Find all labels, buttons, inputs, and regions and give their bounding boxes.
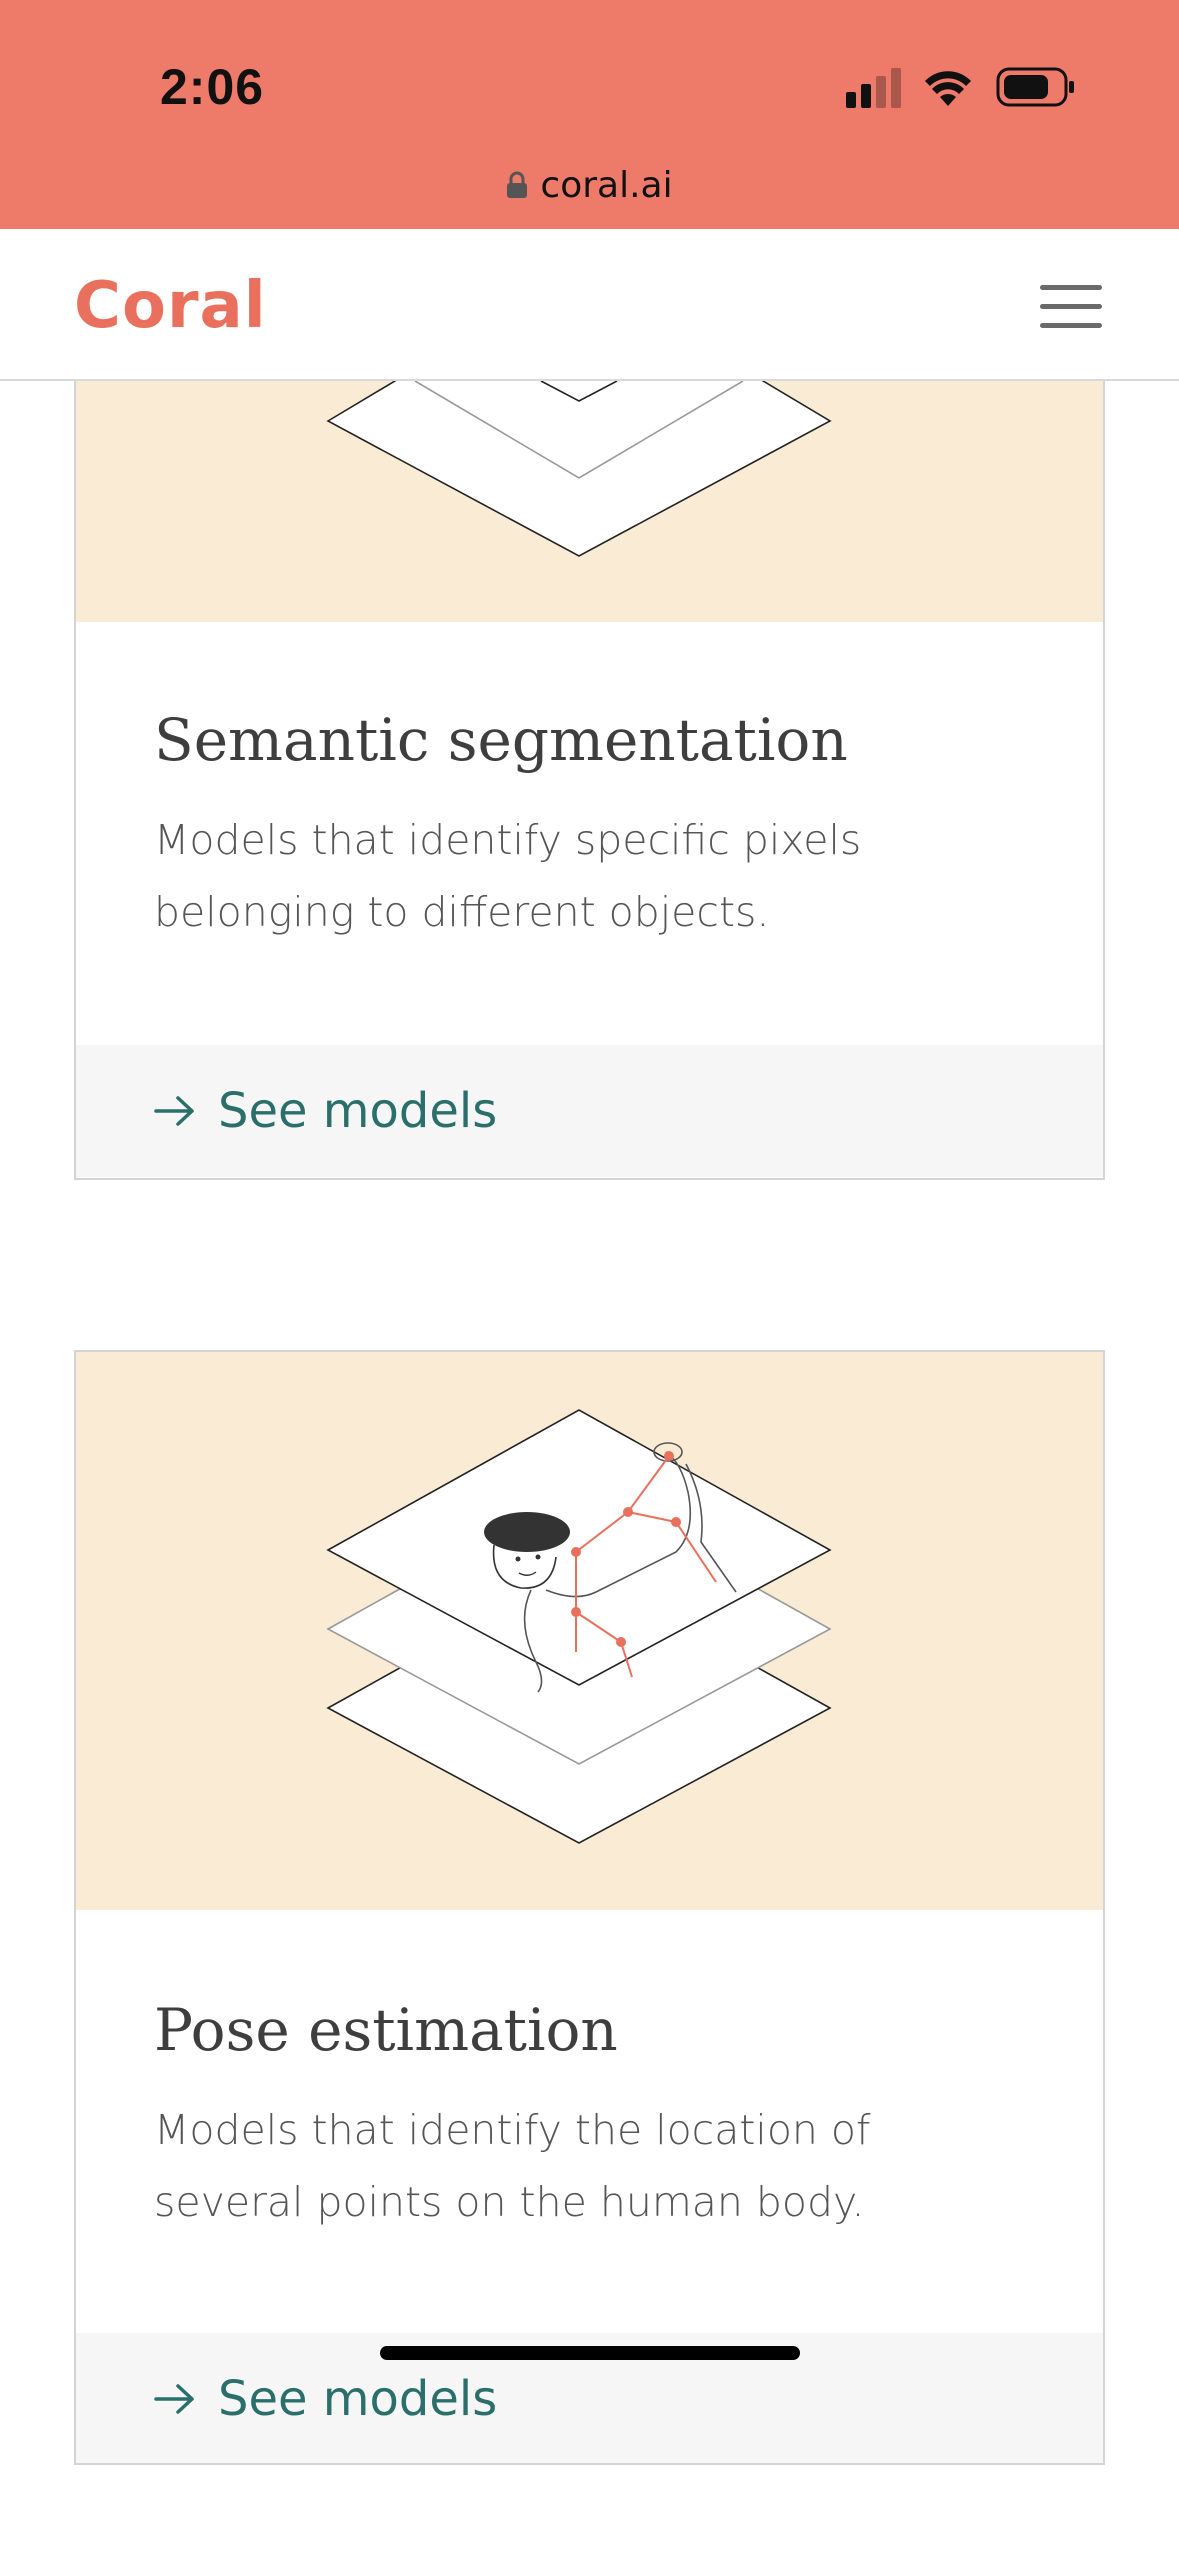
coral-logo[interactable]: Coral <box>74 269 267 343</box>
card-description: Models that identify specific pixels bel… <box>154 816 862 936</box>
cellular-signal-icon <box>846 68 904 108</box>
pose-illustration <box>76 1352 1103 1910</box>
see-models-label: See models <box>218 1083 498 1139</box>
layers-illustration-icon <box>326 381 832 557</box>
card-description: Models that identify the location of sev… <box>154 2106 871 2226</box>
segmentation-illustration <box>76 381 1103 622</box>
status-bar: 2:06 coral.ai <box>0 0 1179 229</box>
see-models-link[interactable]: See models <box>76 1045 1103 1177</box>
card-title: Pose estimation <box>154 1996 618 2064</box>
address-bar[interactable]: coral.ai <box>0 160 1179 210</box>
lock-icon <box>507 171 528 198</box>
battery-icon <box>996 67 1074 107</box>
see-models-label: See models <box>218 2371 498 2427</box>
home-indicator[interactable] <box>380 2346 800 2360</box>
url-text: coral.ai <box>540 164 673 206</box>
wifi-icon <box>925 71 971 106</box>
model-card-semantic-segmentation: Semantic segmentation Models that identi… <box>74 381 1105 1180</box>
arrow-right-icon <box>154 1096 194 1126</box>
site-header: Coral <box>0 229 1179 381</box>
model-card-pose-estimation: Pose estimation Models that identify the… <box>74 1350 1105 2465</box>
card-title: Semantic segmentation <box>154 706 848 774</box>
arrow-right-icon <box>154 2384 194 2414</box>
hamburger-menu-icon[interactable] <box>1040 283 1106 333</box>
status-time: 2:06 <box>160 59 265 115</box>
pose-layers-illustration-icon <box>326 1409 832 1844</box>
